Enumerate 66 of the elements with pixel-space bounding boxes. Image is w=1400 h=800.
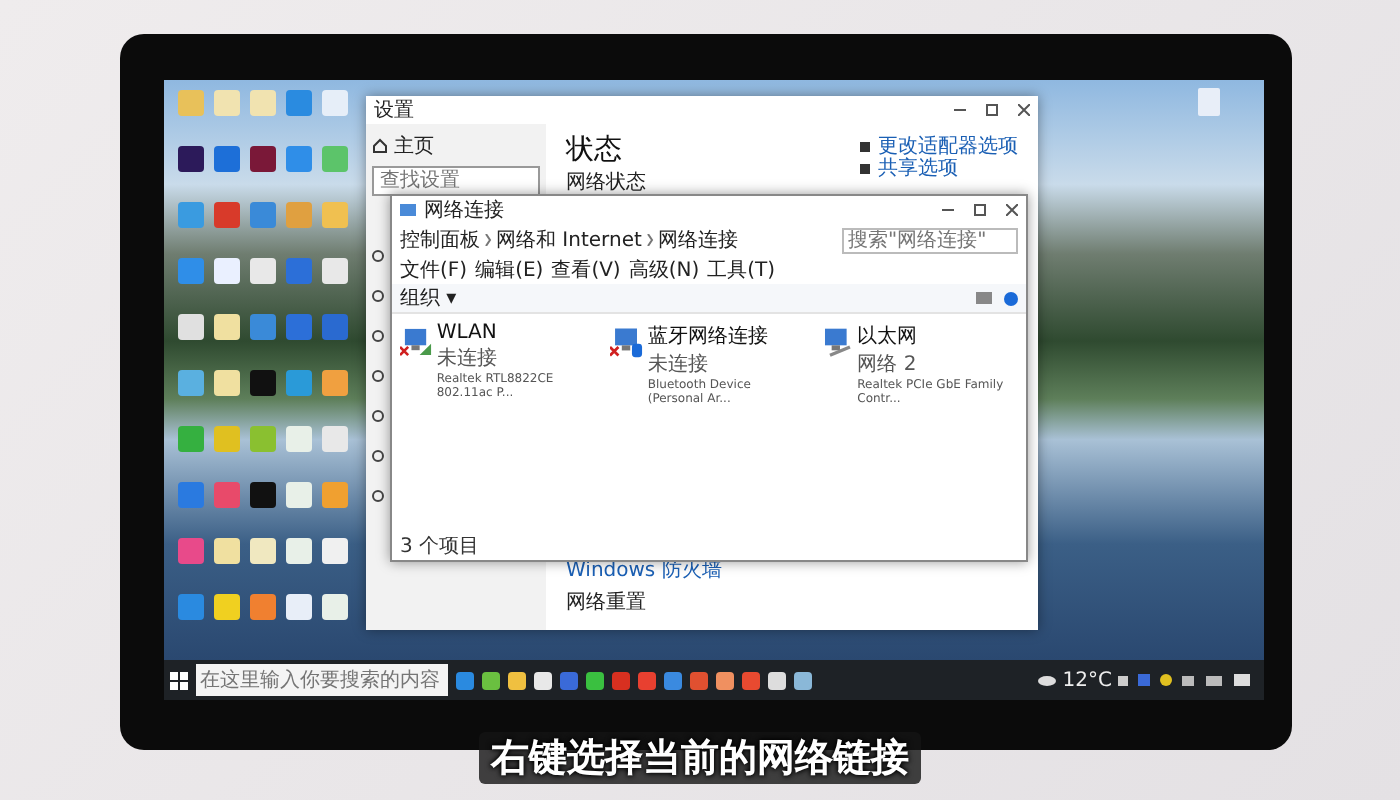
- item-count: 3 个项目: [400, 534, 480, 560]
- settings-link[interactable]: 网络重置: [566, 588, 1018, 616]
- menu-item[interactable]: 查看(V): [551, 256, 621, 284]
- connection-name[interactable]: 蓝牙网络连接: [647, 322, 808, 350]
- breadcrumb-item[interactable]: 网络连接: [657, 226, 738, 254]
- window-title: 设置: [374, 97, 414, 124]
- nav-item-icon[interactable]: [372, 370, 384, 382]
- desktop-app-icon[interactable]: [177, 314, 203, 340]
- windows-start-icon[interactable]: [170, 671, 188, 689]
- wifi-bars-icon: [419, 343, 432, 356]
- desktop-app-icon[interactable]: [249, 482, 275, 508]
- taskbar-search-field[interactable]: 在这里输入你要搜索的内容: [196, 664, 448, 696]
- desktop-app-icon[interactable]: [321, 538, 347, 564]
- desktop-app-icon[interactable]: [213, 594, 239, 620]
- minimize-icon[interactable]: [942, 204, 954, 216]
- desktop-app-icon[interactable]: [213, 538, 239, 564]
- desktop-app-icon[interactable]: [213, 314, 239, 340]
- desktop-app-icon[interactable]: [213, 258, 239, 284]
- video-subtitle: 右键选择当前的网络链接: [479, 732, 921, 784]
- nav-item-icon[interactable]: [372, 410, 384, 422]
- desktop-app-icon[interactable]: [249, 146, 275, 172]
- minimize-icon[interactable]: [954, 104, 966, 116]
- nav-item-icon[interactable]: [372, 490, 384, 502]
- close-icon[interactable]: [1006, 204, 1018, 216]
- settings-link[interactable]: 共享选项: [878, 158, 958, 180]
- nav-item-icon[interactable]: [372, 250, 384, 262]
- cable-icon: [829, 345, 851, 357]
- desktop-app-icon[interactable]: [249, 538, 275, 564]
- breadcrumb-item[interactable]: 网络和 Internet: [496, 226, 642, 254]
- maximize-icon[interactable]: [986, 104, 998, 116]
- window-title: 网络连接: [424, 197, 504, 224]
- menu-item[interactable]: 编辑(E): [475, 256, 544, 284]
- menu-item[interactable]: 工具(T): [707, 256, 776, 284]
- connection-status: 未连接: [436, 345, 499, 372]
- section-heading: 网络状态: [566, 169, 646, 196]
- chevron-icon: [484, 234, 492, 246]
- menu-item[interactable]: 文件(F): [400, 256, 468, 284]
- nav-item-icon[interactable]: [372, 290, 384, 302]
- breadcrumb-item[interactable]: 控制面板: [400, 226, 480, 254]
- home-icon: [372, 138, 388, 154]
- desktop-app-icon[interactable]: [285, 594, 311, 620]
- bluetooth-icon: [631, 343, 643, 358]
- desktop-app-icon[interactable]: [177, 146, 203, 172]
- desktop-app-icon[interactable]: [213, 370, 239, 396]
- connection-status: 网络 2: [857, 352, 919, 378]
- connection-status: 未连接: [647, 351, 710, 378]
- cloud-icon: [1038, 674, 1057, 686]
- help-icon[interactable]: [1004, 291, 1018, 305]
- weather-temperature[interactable]: 12°C: [1062, 669, 1112, 691]
- home-link[interactable]: 主页: [394, 132, 434, 160]
- search-field[interactable]: 搜索"网络连接": [842, 227, 1018, 253]
- network-folder-icon: [400, 202, 416, 218]
- settings-link[interactable]: 更改适配器选项: [878, 136, 1018, 158]
- nav-item-icon[interactable]: [372, 450, 384, 462]
- settings-search-field[interactable]: 查找设置: [372, 166, 540, 196]
- organize-button[interactable]: 组织 ▾: [400, 284, 457, 312]
- nav-item-icon[interactable]: [372, 330, 384, 342]
- desktop-app-icon[interactable]: [321, 594, 347, 620]
- maximize-icon[interactable]: [974, 204, 986, 216]
- connection-name[interactable]: WLAN: [436, 322, 598, 344]
- desktop-app-icon[interactable]: [285, 538, 311, 564]
- chevron-icon: [645, 234, 654, 246]
- connection-name[interactable]: 以太网: [857, 322, 1018, 350]
- close-icon[interactable]: [1018, 104, 1030, 116]
- page-heading: 状态: [566, 132, 624, 168]
- menu-item[interactable]: 高级(N): [628, 256, 700, 284]
